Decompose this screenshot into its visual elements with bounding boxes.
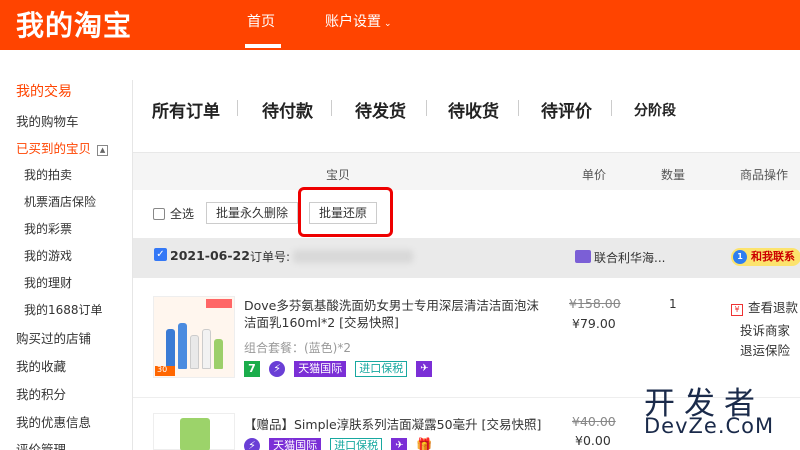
tab-divider	[518, 100, 519, 116]
sidebar-item-reviews[interactable]: 评价管理	[16, 439, 66, 450]
sidebar-item-favorites[interactable]: 我的收藏	[16, 356, 66, 375]
bonded-import-badge: 进口保税	[355, 361, 408, 377]
chat-icon: 1	[733, 250, 747, 264]
tab-divider	[611, 100, 612, 116]
bonded-import-badge: 进口保税	[330, 438, 383, 450]
sidebar-item-my-trades[interactable]: 我的交易	[16, 81, 72, 101]
highlight-box	[298, 187, 393, 237]
original-price: ¥158.00	[569, 296, 621, 311]
tab-divider	[237, 100, 238, 116]
table-header: 宝贝 单价 数量 商品操作	[133, 152, 800, 190]
page: 我的淘宝 首页 账户设置 ⌄ 我的交易 我的购物车 已买到的宝贝 ▲ 我的拍卖 机票…	[0, 0, 800, 450]
tab-pending-shipment[interactable]: 待发货	[355, 97, 406, 122]
store-name-link[interactable]: 联合利华海...	[594, 249, 665, 266]
unit-price: ¥0.00	[575, 433, 611, 448]
view-refund-label: 查看退款	[748, 300, 799, 315]
store-icon	[575, 250, 591, 263]
sidebar-item-points[interactable]: 我的积分	[16, 384, 66, 403]
thumbnail-promo-tag	[206, 299, 232, 308]
contact-seller-button[interactable]: 1 和我联系	[731, 248, 800, 266]
column-header-unit-price: 单价	[582, 168, 607, 182]
order-header: ✓ 2021-06-22 订单号: 联合利华海... 1 和我联系	[133, 238, 800, 278]
product-bottle	[178, 323, 187, 369]
select-all[interactable]: 全选	[153, 205, 194, 222]
product-title-link[interactable]: Dove多芬氨基酸洗面奶女男士专用深层清洁洁面泡沫洁面乳160ml*2 [交易快…	[244, 297, 544, 331]
column-header-actions: 商品操作	[740, 168, 789, 182]
seven-day-return-icon: 7	[244, 361, 260, 377]
product-bottle	[166, 329, 175, 369]
sidebar-item-cart[interactable]: 我的购物车	[16, 111, 79, 130]
product-bottle	[202, 329, 211, 369]
column-header-quantity: 数量	[661, 168, 686, 182]
sidebar-item-lottery[interactable]: 我的彩票	[24, 220, 72, 237]
sidebar-item-1688[interactable]: 我的1688订单	[24, 301, 103, 318]
product-title-link[interactable]: 【赠品】Simple淳肤系列洁面凝露50毫升 [交易快照]	[244, 416, 541, 433]
sidebar-item-games[interactable]: 我的游戏	[24, 247, 72, 264]
return-insurance-link[interactable]: 退运保险	[740, 340, 790, 359]
nav-home[interactable]: 首页	[247, 11, 275, 31]
tmall-global-badge: 天猫国际	[269, 438, 322, 450]
tab-all-orders[interactable]: 所有订单	[152, 97, 220, 122]
column-header-item: 宝贝	[326, 168, 351, 182]
sidebar-item-bought[interactable]: 已买到的宝贝 ▲	[16, 138, 109, 157]
sidebar-item-finance[interactable]: 我的理财	[24, 274, 72, 291]
sidebar-item-auction[interactable]: 我的拍卖	[24, 166, 72, 183]
sidebar-item-shops[interactable]: 购买过的店铺	[16, 328, 91, 347]
nav-active-indicator	[245, 44, 281, 48]
select-all-checkbox[interactable]	[153, 208, 165, 220]
airplane-icon: ✈	[416, 361, 433, 377]
tab-divider	[426, 100, 427, 116]
thumbnail-badge: 30	[155, 365, 175, 376]
lightning-icon: ⚡	[244, 438, 260, 450]
gift-icon: 🎁	[416, 438, 433, 450]
quantity: 1	[669, 297, 677, 311]
sidebar: 我的交易 我的购物车 已买到的宝贝 ▲ 我的拍卖 机票酒店保险 我的彩票 我的游戏…	[0, 50, 132, 450]
tab-pending-review[interactable]: 待评价	[541, 97, 592, 122]
refund-icon: ¥	[731, 304, 743, 316]
thumbnail-badge-text: 30	[157, 365, 168, 374]
tab-divider	[331, 100, 332, 116]
nav-account-label: 账户设置	[325, 14, 381, 30]
collapse-icon[interactable]: ▲	[97, 145, 109, 156]
tab-pending-receipt[interactable]: 待收货	[448, 97, 499, 122]
product-bottle	[214, 339, 223, 369]
contact-seller-label: 和我联系	[751, 250, 795, 263]
order-number-label: 订单号:	[250, 250, 291, 264]
product-tube	[180, 418, 210, 450]
sidebar-item-coupons[interactable]: 我的优惠信息	[16, 412, 91, 431]
original-price: ¥40.00	[572, 414, 616, 429]
product-badges: ⚡ 天猫国际 进口保税 ✈ 🎁	[244, 438, 436, 450]
bulk-delete-forever-button[interactable]: 批量永久删除	[206, 202, 299, 224]
select-all-label: 全选	[170, 207, 195, 221]
complain-seller-link[interactable]: 投诉商家	[740, 320, 790, 339]
tab-pending-payment[interactable]: 待付款	[262, 97, 313, 122]
chevron-down-icon: ⌄	[384, 19, 392, 29]
tmall-global-badge: 天猫国际	[294, 361, 347, 377]
product-thumbnail[interactable]	[153, 413, 235, 450]
my-taobao-logo[interactable]: 我的淘宝	[16, 4, 132, 44]
nav-account-settings[interactable]: 账户设置 ⌄	[325, 11, 392, 31]
watermark-line2: DevZe.CoM	[644, 414, 775, 438]
lightning-icon: ⚡	[269, 361, 286, 377]
order-number-redacted	[293, 250, 413, 263]
product-bottle	[190, 335, 199, 369]
product-badges: 7 ⚡ 天猫国际 进口保税 ✈	[244, 361, 436, 379]
airplane-icon: ✈	[391, 438, 408, 450]
unit-price: ¥79.00	[572, 316, 616, 331]
sidebar-item-travel[interactable]: 机票酒店保险	[24, 193, 96, 210]
product-sku: 组合套餐：(蓝色)*2	[244, 341, 351, 355]
tab-installments[interactable]: 分阶段	[634, 100, 676, 120]
view-refund-link[interactable]: ¥ 查看退款	[731, 297, 798, 316]
sidebar-item-bought-label: 已买到的宝贝	[16, 141, 92, 156]
order-date: 2021-06-22	[170, 248, 250, 263]
product-thumbnail[interactable]: 30	[153, 296, 235, 378]
order-checkbox[interactable]: ✓	[154, 248, 167, 261]
top-bar: 我的淘宝 首页 账户设置 ⌄	[0, 0, 800, 50]
